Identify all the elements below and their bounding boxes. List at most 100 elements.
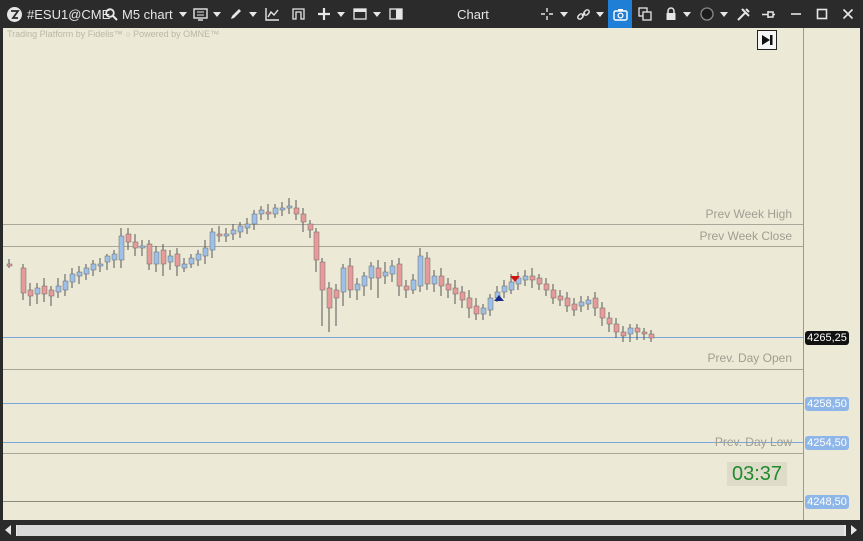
candle-body: [599, 307, 606, 319]
lock-icon: [666, 7, 676, 20]
tools-icon[interactable]: [733, 0, 753, 28]
candle-body: [90, 263, 97, 271]
candle-body: [181, 263, 188, 269]
candle-body: [251, 213, 258, 225]
candle-body: [550, 289, 557, 299]
chart-area[interactable]: Trading Platform by Fidelis™ ○ Powered b…: [3, 28, 803, 520]
candle-body: [69, 273, 76, 283]
candlestick-series: [6, 198, 655, 342]
candle-body: [557, 295, 564, 301]
horizontal-scrollbar[interactable]: [0, 520, 863, 541]
close-button[interactable]: [837, 0, 859, 28]
scroll-left-icon[interactable]: [5, 525, 11, 535]
candle-body: [83, 267, 90, 275]
drawing-tools-dropdown[interactable]: [227, 0, 259, 28]
candle-body: [326, 287, 333, 309]
chevron-down-icon: [213, 11, 221, 17]
candle-body: [174, 253, 181, 267]
price-level-tag: 4254,50: [805, 436, 849, 450]
candle-body: [20, 267, 27, 294]
pin-icon[interactable]: [758, 0, 778, 28]
candle-body: [466, 297, 473, 309]
candle-body: [237, 225, 244, 233]
candle-body: [293, 207, 300, 215]
layout-dropdown[interactable]: [350, 0, 384, 28]
candle-body: [244, 223, 251, 229]
candle-body: [6, 263, 13, 267]
candle-body: [368, 265, 375, 279]
panel-icon[interactable]: [387, 0, 405, 28]
candle-body: [403, 285, 410, 291]
candle-body: [501, 285, 508, 293]
candle-body: [139, 245, 146, 249]
candle-body: [202, 247, 209, 257]
candle-body: [564, 297, 571, 307]
minimize-button[interactable]: [786, 0, 806, 28]
candle-body: [188, 257, 195, 265]
candle-body: [153, 251, 160, 265]
candle-body: [258, 209, 265, 215]
candle-body: [634, 327, 641, 333]
chevron-down-icon: [249, 11, 257, 17]
copy-icon[interactable]: [636, 0, 654, 28]
link-dropdown[interactable]: [573, 0, 607, 28]
candle-body: [48, 289, 55, 297]
candle-body: [389, 265, 396, 275]
candle-body: [641, 331, 648, 335]
candle-body: [480, 307, 487, 315]
chevron-down-icon: [683, 11, 691, 17]
chevron-down-icon: [337, 11, 345, 17]
pencil-icon: [231, 9, 241, 19]
price-level-tag: 4248,50: [805, 495, 849, 509]
candle-body: [347, 265, 354, 291]
candle-body: [272, 207, 279, 215]
candle-body: [571, 303, 578, 311]
timeframe-dropdown[interactable]: M5 chart: [122, 0, 188, 28]
candle-body: [536, 277, 543, 285]
plus-icon: [318, 8, 330, 20]
camera-icon[interactable]: [608, 0, 632, 28]
candle-body: [529, 275, 536, 281]
candle-body: [424, 257, 431, 285]
search-icon[interactable]: [102, 0, 120, 28]
candle-body: [333, 289, 340, 299]
candle-body: [104, 255, 111, 263]
candle-body: [543, 283, 550, 291]
color-circle-icon: [700, 7, 714, 21]
candle-body: [648, 333, 655, 339]
maximize-button[interactable]: [812, 0, 832, 28]
candle-body: [459, 291, 466, 301]
candle-body: [195, 253, 202, 261]
candle-body: [160, 249, 167, 265]
candle-body: [396, 263, 403, 287]
current-price-tag: 4265,25: [805, 331, 849, 345]
candle-body: [125, 233, 132, 243]
template-icon[interactable]: [289, 0, 307, 28]
symbol-selector[interactable]: #ESU1@CME: [27, 0, 110, 28]
scroll-right-icon[interactable]: [851, 525, 857, 535]
candle-body: [216, 233, 223, 237]
candle-body: [438, 275, 445, 287]
bar-countdown-timer: 03:37: [727, 462, 787, 486]
candle-body: [340, 267, 347, 293]
crosshair-dropdown[interactable]: [537, 0, 571, 28]
candle-body: [585, 299, 592, 305]
candle-body: [606, 317, 613, 325]
app-logo-icon[interactable]: [4, 0, 24, 28]
window-title: Chart: [457, 6, 489, 22]
minimize-icon: [791, 13, 801, 15]
add-dropdown[interactable]: [314, 0, 348, 28]
candle-body: [410, 279, 417, 291]
price-axis[interactable]: 4265,25 4258,50 4254,50 4248,50: [803, 28, 860, 520]
candle-body: [62, 280, 69, 291]
color-dropdown[interactable]: [697, 0, 731, 28]
scroll-thumb[interactable]: [17, 525, 844, 536]
chart-type-dropdown[interactable]: [190, 0, 224, 28]
close-icon: [842, 8, 854, 20]
indicators-icon[interactable]: [262, 0, 282, 28]
candle-body: [613, 323, 620, 333]
candle-body: [34, 287, 41, 295]
lock-dropdown[interactable]: [661, 0, 695, 28]
candle-body: [111, 253, 118, 261]
toolbar: #ESU1@CME M5 chart Chart: [0, 0, 863, 28]
